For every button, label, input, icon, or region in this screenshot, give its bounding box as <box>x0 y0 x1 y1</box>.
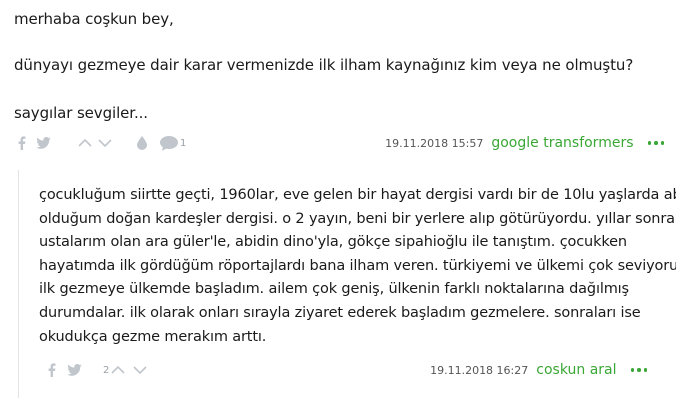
reply-line: durumdalar. ilk olarak onları sırayla zi… <box>39 304 641 321</box>
entry-footer: 1 19.11.2018 15:57 google transformers <box>14 131 664 155</box>
more-dots-icon[interactable] <box>630 362 647 378</box>
chevron-down-icon[interactable] <box>131 366 149 374</box>
reply-actions: 2 <box>45 363 149 377</box>
reply-meta: 19.11.2018 16:27 coskun aral <box>430 362 647 378</box>
reply-line: olduğum doğan kardeşler dergisi. o 2 yay… <box>39 210 675 227</box>
more-dots-icon[interactable] <box>647 135 664 151</box>
reply-line: ustalarım olan ara güler'le, abidin dino… <box>39 234 627 251</box>
facebook-icon[interactable] <box>45 363 59 377</box>
facebook-icon[interactable] <box>14 136 30 150</box>
chevron-down-icon[interactable] <box>96 139 114 147</box>
entry-line: dünyayı gezmeye dair karar vermenizde il… <box>14 56 634 74</box>
reply-line: çocukluğum siirtte geçti, 1960lar, eve g… <box>39 187 676 203</box>
entry-actions: 1 <box>14 135 187 151</box>
chevron-up-icon[interactable] <box>76 139 94 147</box>
reply: çocukluğum siirtte geçti, 1960lar, eve g… <box>18 170 676 398</box>
entry-line: merhaba coşkun bey, <box>14 10 174 28</box>
drop-icon[interactable] <box>134 136 150 150</box>
comment-icon[interactable] <box>160 135 178 151</box>
entry-line: saygılar sevgiler... <box>14 104 148 122</box>
reply-line: ilk gezmeye ülkemde başladım. ailem çok … <box>39 281 629 298</box>
entry-author[interactable]: google transformers <box>491 135 633 151</box>
twitter-icon[interactable] <box>65 364 83 376</box>
reply-footer: 2 19.11.2018 16:27 coskun aral <box>45 358 647 382</box>
entry-meta: 19.11.2018 15:57 google transformers <box>385 135 664 151</box>
chevron-up-icon[interactable] <box>109 366 127 374</box>
comment-count: 1 <box>180 137 187 149</box>
reply-author[interactable]: coskun aral <box>536 362 616 378</box>
entry-date[interactable]: 19.11.2018 15:57 <box>385 137 483 150</box>
reply-date[interactable]: 19.11.2018 16:27 <box>430 364 528 377</box>
reply-content: çocukluğum siirtte geçti, 1960lar, eve g… <box>39 184 676 349</box>
reply-line: okudukça gezme merakım arttı. <box>39 328 267 345</box>
reply-line: hayatımda ilk gördüğüm röportajlardı ban… <box>39 257 676 274</box>
twitter-icon[interactable] <box>34 137 52 149</box>
